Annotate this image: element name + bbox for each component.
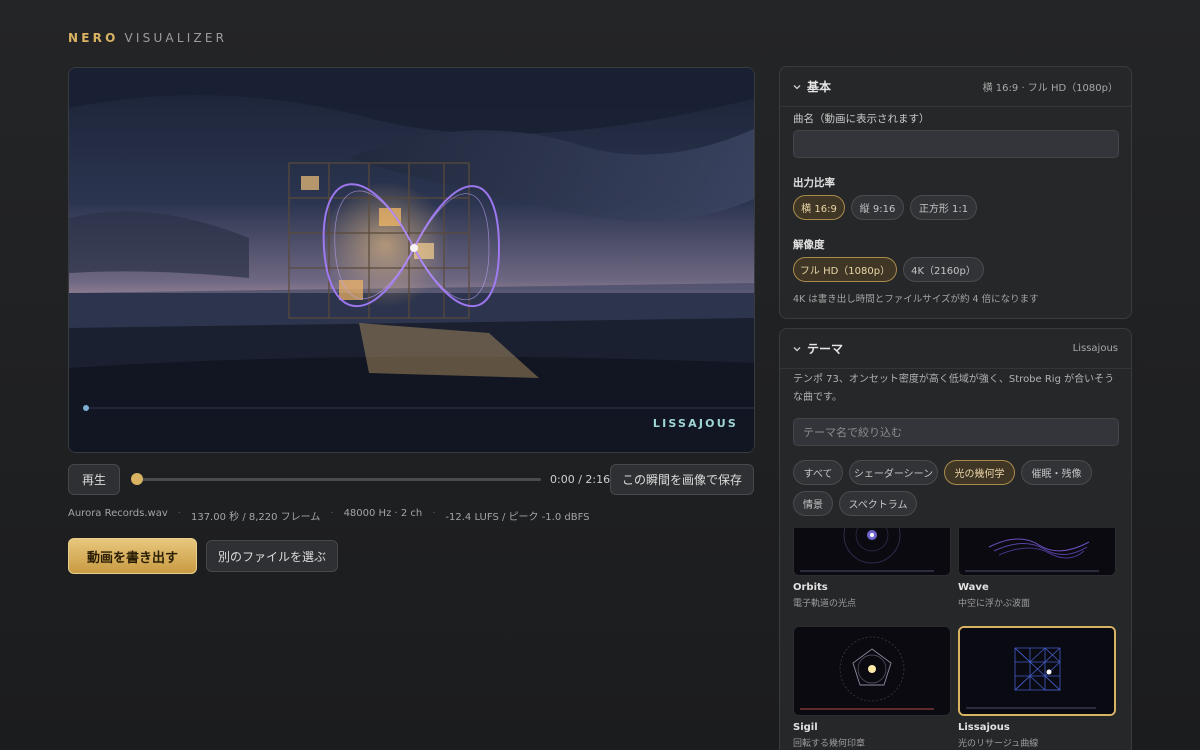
- theme-card-sigil[interactable]: Sigil 回転する幾何印章: [793, 626, 951, 749]
- play-button[interactable]: 再生: [68, 464, 120, 495]
- theme-card-orbits[interactable]: Orbits 電子軌道の光点: [793, 528, 951, 609]
- meta-separator: ·: [330, 508, 334, 519]
- aspect-ratio-label: 出力比率: [793, 177, 835, 189]
- orbits-thumbnail: [793, 528, 951, 576]
- resolution-label: 解像度: [793, 239, 825, 251]
- wave-thumbnail: [958, 528, 1116, 576]
- theme-card-lissajous[interactable]: Lissajous 光のリサージュ曲線: [958, 626, 1116, 749]
- basic-settings-panel: 基本 横 16:9 · フル HD（1080p） 曲名（動画に表示されます） 出…: [779, 66, 1132, 319]
- chevron-down-icon: [793, 346, 801, 351]
- theme-panel: テーマ Lissajous テンポ 73、オンセット密度が高く低域が強く、Str…: [779, 328, 1132, 750]
- save-frame-button[interactable]: この瞬間を画像で保存: [610, 464, 754, 495]
- basic-panel-summary: 横 16:9 · フル HD（1080p）: [982, 83, 1118, 94]
- wave-thumbnail-art: [959, 528, 1115, 575]
- theme-card-desc: 電子軌道の光点: [793, 599, 857, 609]
- theme-panel-header[interactable]: テーマ Lissajous: [780, 329, 1131, 369]
- basic-panel-header[interactable]: 基本 横 16:9 · フル HD（1080p）: [780, 67, 1131, 107]
- lissajous-thumbnail-art: [960, 628, 1114, 714]
- video-preview[interactable]: LISSAJOUS: [68, 67, 755, 453]
- loudness-info: -12.4 LUFS / ピーク -1.0 dBFS: [445, 512, 590, 523]
- ratio-chip-portrait[interactable]: 縦 9:16: [851, 195, 904, 220]
- meta-separator: ·: [432, 508, 436, 519]
- theme-recommendation: テンポ 73、オンセット密度が高く低域が強く、Strobe Rig が合いそうな…: [793, 374, 1115, 403]
- resolution-chip-4k[interactable]: 4K（2160p）: [903, 257, 984, 282]
- filter-chip-shader[interactable]: シェーダーシーン: [849, 460, 938, 485]
- theme-search-input[interactable]: [793, 418, 1119, 446]
- brand-name-secondary: VISUALIZER: [124, 31, 228, 45]
- theme-grid: Orbits 電子軌道の光点 Wave 中空に浮かぶ波面 Sigil 回転する幾…: [793, 528, 1123, 750]
- sigil-thumbnail-art: [794, 627, 950, 715]
- seek-handle[interactable]: [131, 473, 143, 485]
- song-title-label: 曲名（動画に表示されます）: [793, 113, 930, 125]
- sigil-thumbnail: [793, 626, 951, 716]
- theme-card-name: Sigil: [793, 722, 818, 733]
- song-title-input[interactable]: [793, 130, 1119, 158]
- theme-card-desc: 中空に浮かぶ波面: [958, 599, 1031, 609]
- chevron-down-icon: [793, 84, 801, 89]
- theme-card-name: Orbits: [793, 582, 828, 593]
- basic-panel-title: 基本: [807, 80, 832, 94]
- resolution-hint: 4K は書き出し時間とファイルサイズが約 4 倍になります: [793, 294, 1039, 305]
- duration-info: 137.00 秒 / 8,220 フレーム: [190, 512, 321, 523]
- format-info: 48000 Hz · 2 ch: [343, 508, 423, 519]
- theme-panel-title: テーマ: [807, 342, 844, 356]
- brand-name-primary: NERO: [68, 31, 119, 45]
- meta-separator: ·: [177, 508, 181, 519]
- filter-chip-all[interactable]: すべて: [793, 460, 843, 485]
- current-theme-name: Lissajous: [1072, 343, 1118, 354]
- app-logo: NERO VISUALIZER: [68, 31, 227, 45]
- filter-chip-scenery[interactable]: 情景: [793, 491, 833, 516]
- choose-file-button[interactable]: 別のファイルを選ぶ: [206, 540, 338, 572]
- theme-card-desc: 光のリサージュ曲線: [958, 739, 1039, 749]
- lissajous-thumbnail: [958, 626, 1116, 716]
- filter-chip-spectrum[interactable]: スペクトラム: [839, 491, 917, 516]
- export-video-button[interactable]: 動画を書き出す: [68, 538, 197, 574]
- time-readout: 0:00 / 2:16: [550, 473, 611, 486]
- seek-track[interactable]: [135, 478, 541, 481]
- audio-meta: Aurora Records.wav · 137.00 秒 / 8,220 フレ…: [68, 508, 590, 523]
- theme-card-wave[interactable]: Wave 中空に浮かぶ波面: [958, 528, 1116, 609]
- preview-scene: [69, 68, 754, 452]
- theme-card-name: Lissajous: [958, 722, 1010, 733]
- preview-theme-label: LISSAJOUS: [652, 417, 738, 430]
- filter-chip-hypnotic[interactable]: 催眠・残像: [1021, 460, 1092, 485]
- theme-card-desc: 回転する幾何印章: [793, 739, 866, 749]
- filter-chip-geometry[interactable]: 光の幾何学: [944, 460, 1015, 485]
- resolution-chip-1080p[interactable]: フル HD（1080p）: [793, 257, 897, 282]
- ratio-chip-landscape[interactable]: 横 16:9: [793, 195, 845, 220]
- orbits-thumbnail-art: [794, 528, 950, 575]
- ratio-chip-square[interactable]: 正方形 1:1: [910, 195, 977, 220]
- file-name: Aurora Records.wav: [68, 508, 168, 519]
- theme-card-name: Wave: [958, 582, 989, 593]
- seek-slider[interactable]: [131, 473, 541, 485]
